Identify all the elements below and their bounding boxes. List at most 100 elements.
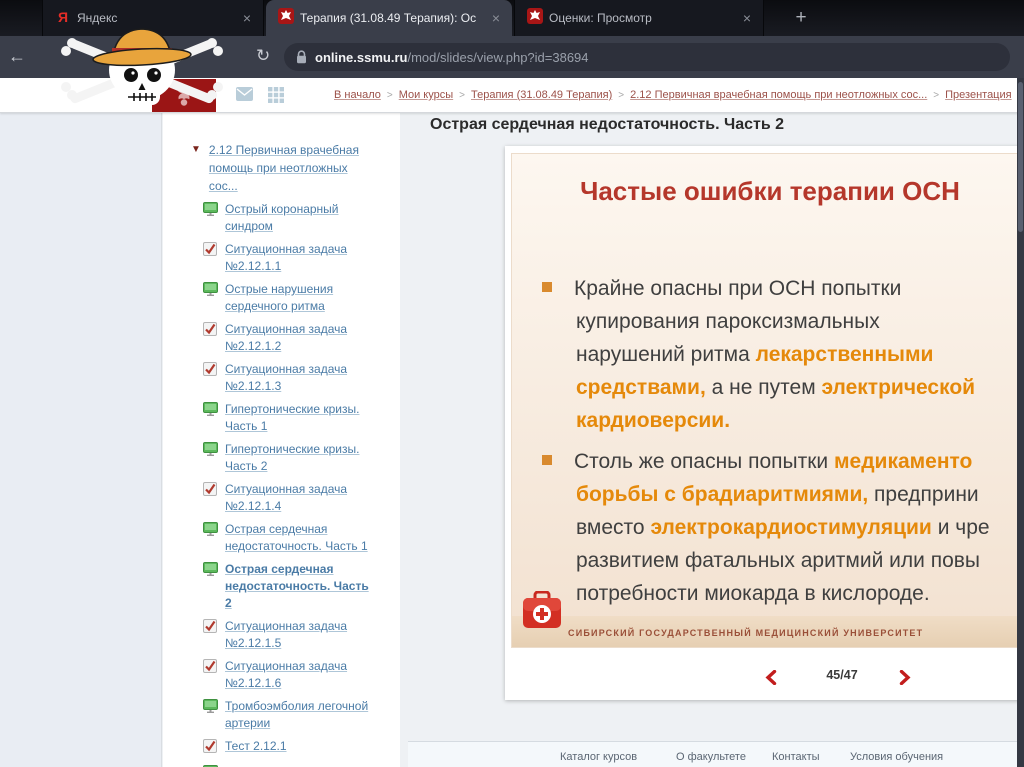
footer-link[interactable]: О факультете xyxy=(676,751,746,763)
footer-link[interactable]: Контакты xyxy=(772,751,820,763)
sidebar-item-label[interactable]: Тромбоэмболия легочной артерии xyxy=(225,698,375,732)
jolly-roger-overlay-icon xyxy=(61,28,223,105)
presentation-icon xyxy=(203,522,219,555)
breadcrumb-link[interactable]: Терапия (31.08.49 Терапия) xyxy=(471,89,612,101)
slide-text-segment: а не путем xyxy=(705,376,822,399)
sidebar-item-label[interactable]: Ситуационная задача №2.12.1.1 xyxy=(225,241,375,275)
sidebar-item[interactable]: Гипертонические кризы. Часть 2 xyxy=(203,441,390,475)
slide-text-line: потребности миокарда в кислороде. xyxy=(542,577,1024,610)
url-path: /mod/slides/view.php?id=38694 xyxy=(407,49,589,65)
presentation-icon xyxy=(203,402,219,435)
sidebar-item-label[interactable]: Тест 2.12.1 xyxy=(225,738,375,758)
presentation-icon xyxy=(203,202,219,235)
sidebar-item[interactable]: Ситуационная задача №2.12.1.6 xyxy=(203,658,390,692)
lock-icon xyxy=(297,50,306,64)
slide-text-segment: купирования пароксизмальных xyxy=(576,310,880,333)
task-icon xyxy=(203,362,219,395)
breadcrumb-link[interactable]: 2.12 Первичная врачебная помощь при неот… xyxy=(630,89,927,101)
sidebar-item-label[interactable]: Ситуационная задача №2.12.1.4 xyxy=(225,481,375,515)
sidebar-item-label[interactable]: Острый коронарный синдром xyxy=(225,201,375,235)
slide-bullet: Столь же опасны попытки медикаменто борьб… xyxy=(542,445,1024,610)
sidebar-item[interactable]: Тромбоэмболия легочной артерии xyxy=(203,698,390,732)
slide-text-line: Крайне опасны при ОСН попытки xyxy=(542,272,1024,305)
breadcrumb-separator-icon: > xyxy=(386,90,393,101)
url-text: online.ssmu.ru/mod/slides/view.php?id=38… xyxy=(315,50,589,65)
slide-card: Частые ошибки терапии ОСН Крайне опасны … xyxy=(505,146,1024,700)
sidebar-item[interactable]: Острая сердечная недостаточность. Часть … xyxy=(203,521,390,555)
sidebar-item[interactable]: Ситуационная задача №2.12.1.5 xyxy=(203,618,390,652)
tab-favicon-icon xyxy=(527,7,543,29)
sidebar-item-label[interactable]: Острая сердечная недостаточность. Часть … xyxy=(225,521,375,555)
task-icon xyxy=(203,659,219,692)
slide-text-segment: лекарственными xyxy=(755,343,934,366)
scrollbar-thumb[interactable] xyxy=(1018,82,1023,232)
tab-favicon-icon xyxy=(278,7,294,29)
sidebar-item[interactable]: Гипертонические кризы. Часть 1 xyxy=(203,401,390,435)
tab-close-icon[interactable]: × xyxy=(488,9,504,27)
footer-link[interactable]: Условия обучения xyxy=(850,751,943,763)
slide-page-indicator: 45/47 xyxy=(826,668,858,682)
slide-footer-band: СИБИРСКИЙ ГОСУДАРСТВЕННЫЙ МЕДИЦИНСКИЙ УН… xyxy=(512,591,1024,647)
back-button[interactable]: ← xyxy=(8,46,26,67)
sidebar-item[interactable]: Ситуационная задача №2.12.1.3 xyxy=(203,361,390,395)
sidebar-item-label[interactable]: Гипертонические кризы. Часть 2 xyxy=(225,441,375,475)
sidebar-item[interactable]: Острые нарушения сердечного ритма xyxy=(203,281,390,315)
slide-text-line: купирования пароксизмальных xyxy=(542,305,1024,338)
sidebar-item-label[interactable]: Ситуационная задача №2.12.1.5 xyxy=(225,618,375,652)
slide-text-segment: Крайне опасны при ОСН попытки xyxy=(574,277,902,300)
slide-bullets: Крайне опасны при ОСН попытки купирования… xyxy=(542,272,1024,618)
page-title: Острая сердечная недостаточность. Часть … xyxy=(430,116,785,133)
course-sidebar: ▼ 2.12 Первичная врачебная помощь при не… xyxy=(163,113,400,767)
reload-button[interactable]: ↻ xyxy=(256,46,270,66)
sidebar-section-link[interactable]: 2.12 Первичная врачебная помощь при неот… xyxy=(209,141,361,195)
sidebar-item[interactable]: Острый коронарный синдром xyxy=(203,201,390,235)
next-slide-button[interactable] xyxy=(899,670,911,685)
sidebar-item-label[interactable]: Ситуационная задача №2.12.1.3 xyxy=(225,361,375,395)
task-icon xyxy=(203,619,219,652)
tab-2[interactable]: Терапия (31.08.49 Терапия): Ос × xyxy=(266,0,512,36)
slide-text-line: нарушений ритма лекарственными xyxy=(542,338,1024,371)
sidebar-item-label[interactable]: Острая сердечная недостаточность. Часть … xyxy=(225,561,375,612)
slide-text-segment: кардиоверсии. xyxy=(576,409,731,432)
tab-close-icon[interactable]: × xyxy=(239,9,255,27)
mail-icon[interactable] xyxy=(236,87,253,101)
sidebar-item-label[interactable]: Гипертонические кризы. Часть 1 xyxy=(225,401,375,435)
task-icon xyxy=(203,322,219,355)
slide-text-segment: медикаменто xyxy=(834,450,973,473)
breadcrumb-link[interactable]: Мои курсы xyxy=(399,89,453,101)
grid-icon[interactable] xyxy=(268,87,284,103)
sidebar-item[interactable]: Ситуационная задача №2.12.1.1 xyxy=(203,241,390,275)
tab-3[interactable]: Оценки: Просмотр × xyxy=(514,0,764,36)
section-collapse-icon[interactable]: ▼ xyxy=(191,144,201,195)
slide-title: Частые ошибки терапии ОСН xyxy=(580,176,960,206)
medkit-icon xyxy=(523,591,561,628)
sidebar-item[interactable]: Ситуационная задача №2.12.1.2 xyxy=(203,321,390,355)
breadcrumb-link[interactable]: В начало xyxy=(334,89,381,101)
task-icon xyxy=(203,482,219,515)
scrollbar[interactable] xyxy=(1017,78,1024,767)
bullet-marker-icon xyxy=(542,455,552,465)
presentation-icon xyxy=(203,282,219,315)
sidebar-item-label[interactable]: Ситуационная задача №2.12.1.2 xyxy=(225,321,375,355)
screen: { "browser": { "tabs": [ {"title": "Янде… xyxy=(0,0,1024,767)
slide-text-line: борьбы с брадиаритмиями, предприни xyxy=(542,478,1024,511)
sidebar-item-label[interactable]: Ситуационная задача №2.12.1.6 xyxy=(225,658,375,692)
slide-text-line: кардиоверсии. xyxy=(542,404,1024,437)
new-tab-button[interactable]: + xyxy=(788,6,814,30)
presentation-icon xyxy=(203,442,219,475)
prev-slide-button[interactable] xyxy=(765,670,777,685)
address-bar[interactable]: online.ssmu.ru/mod/slides/view.php?id=38… xyxy=(284,43,1010,71)
tab-close-icon[interactable]: × xyxy=(739,9,755,27)
sidebar-item[interactable]: Тест 2.12.1 xyxy=(203,738,390,758)
sidebar-item[interactable]: Ситуационная задача №2.12.1.4 xyxy=(203,481,390,515)
breadcrumb: В начало > Мои курсы > Терапия (31.08.49 Тер… xyxy=(334,78,1012,113)
sidebar-item[interactable]: Острая сердечная недостаточность. Часть … xyxy=(203,561,390,612)
footer-link[interactable]: Каталог курсов xyxy=(560,751,637,763)
tab-title: Оценки: Просмотр xyxy=(549,11,652,25)
slide-text-line: средствами, а не путем электрической xyxy=(542,371,1024,404)
breadcrumb-link[interactable]: Презентация xyxy=(945,89,1011,101)
breadcrumb-separator-icon: > xyxy=(618,90,625,101)
slide-text-segment: электрокардиостимуляции xyxy=(650,516,932,539)
sidebar-item-label[interactable]: Острые нарушения сердечного ритма xyxy=(225,281,375,315)
slide-text-segment: электрической xyxy=(821,376,976,399)
